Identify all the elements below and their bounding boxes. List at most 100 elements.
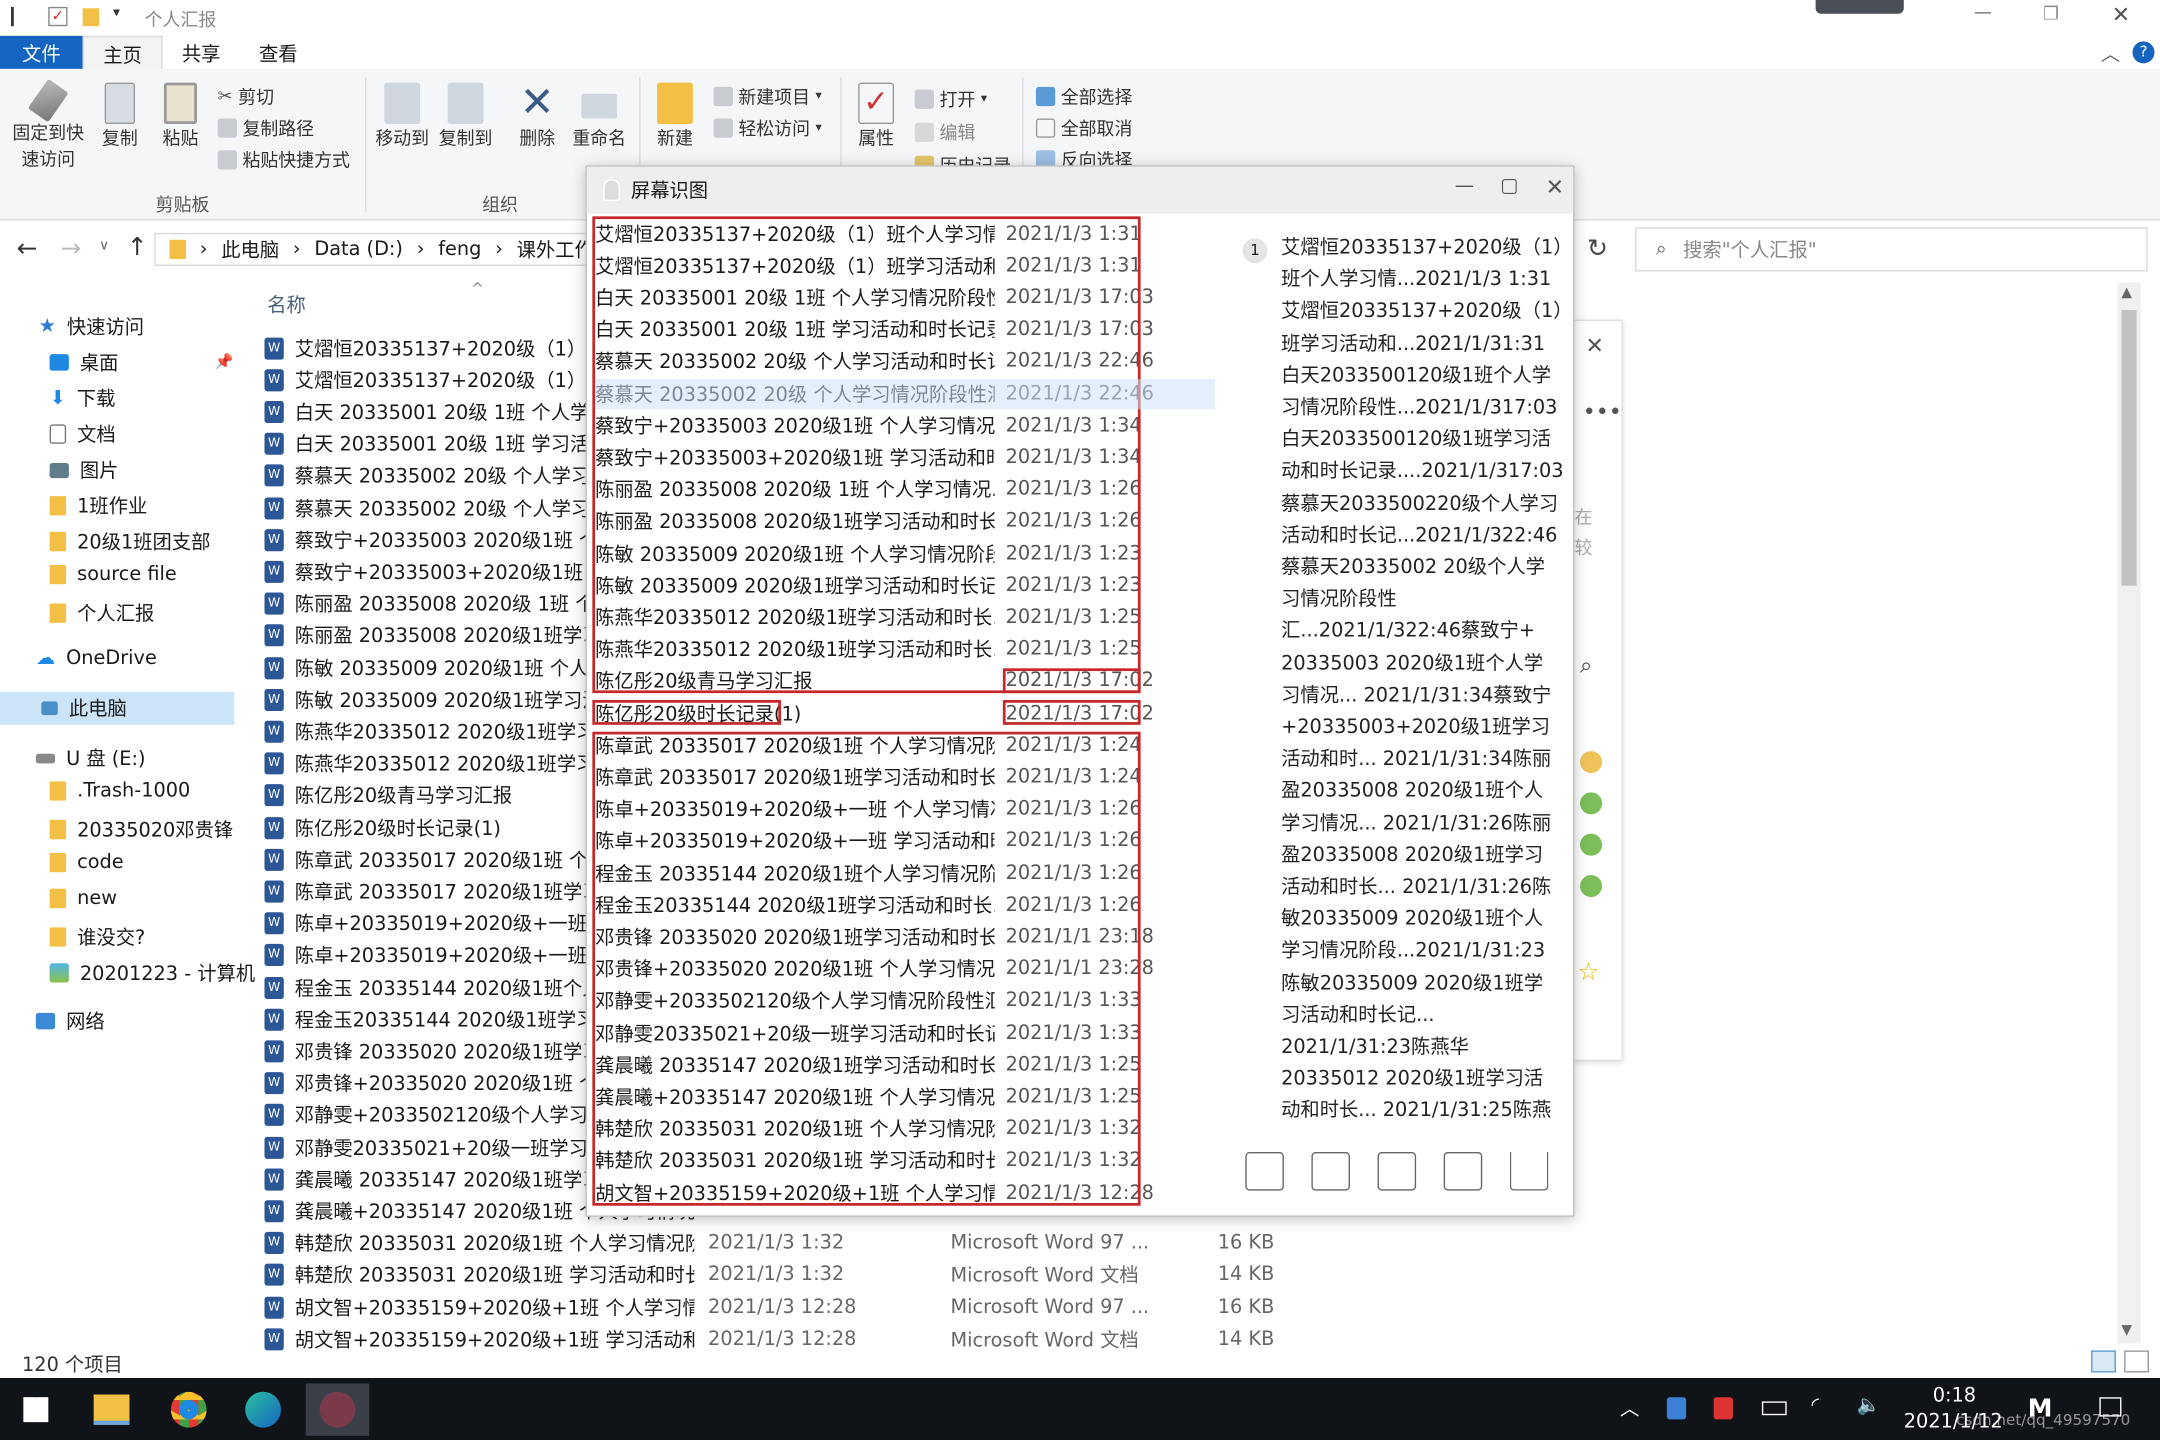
wifi-icon[interactable]: ◜ [1811, 1395, 1818, 1417]
nav-quick-access[interactable]: ★ 快速访问 [39, 313, 144, 341]
cut-button[interactable]: ✂ 剪切 [218, 83, 274, 109]
new-item-button[interactable]: 新建项目 ▾ [713, 83, 822, 109]
crumb-this-pc[interactable]: 此电脑 [221, 236, 279, 264]
edge-icon[interactable] [245, 1391, 282, 1428]
popup-close-button[interactable]: ✕ [1546, 174, 1564, 200]
crumb-drive[interactable]: Data (D:) [314, 238, 403, 260]
nav-folder-code[interactable]: code [49, 852, 124, 874]
nav-desktop[interactable]: 桌面 [49, 349, 119, 377]
collapse-ribbon-icon[interactable]: ︿ [2101, 40, 2120, 68]
ime-icon[interactable]: M [2028, 1395, 2053, 1424]
nav-folder-source[interactable]: source file [49, 564, 177, 586]
large-icons-view-icon[interactable] [2124, 1350, 2149, 1373]
nav-documents[interactable]: 文档 [49, 420, 116, 448]
history-dropdown-icon[interactable]: ∨ [99, 238, 109, 253]
tab-view[interactable]: 查看 [240, 36, 317, 69]
column-header-name[interactable]: 名称 [267, 291, 306, 319]
copy-icon[interactable] [1443, 1151, 1483, 1191]
nav-folder-trash[interactable]: .Trash-1000 [49, 780, 191, 802]
tray-chevron-icon[interactable]: ︿ [1620, 1395, 1639, 1423]
user-icon[interactable] [1580, 875, 1603, 898]
file-row[interactable]: W 胡文智+20335159+2020级+1班 个人学习情... 2021/1/3 … [264, 1291, 1274, 1323]
nav-folder-reports[interactable]: 个人汇报 [49, 599, 155, 627]
copy-to-button[interactable]: 复制到 [435, 82, 496, 153]
dropdown-icon[interactable]: ▾ [113, 6, 120, 21]
easy-access-button[interactable]: 轻松访问 ▾ [713, 114, 822, 141]
nav-downloads[interactable]: ⬇ 下载 [50, 384, 116, 412]
checkmark-icon[interactable]: ✓ [48, 6, 68, 27]
search-icon[interactable]: ⌕ [1580, 652, 1592, 680]
paste-shortcut-button[interactable]: 粘贴快捷方式 [217, 146, 350, 172]
taskbar: ︿ ◜ 🔈 0:18 2021/1/12 csdn.net/qq_4959757… [0, 1377, 2160, 1440]
vertical-scrollbar[interactable]: ▲ ▼ [2117, 282, 2141, 1344]
rename-button[interactable]: 重命名 [568, 83, 631, 153]
nav-usb-drive[interactable]: U 盘 (E:) [35, 744, 146, 772]
scroll-down-icon[interactable]: ▼ [2121, 1323, 2132, 1338]
volume-icon[interactable]: 🔈 [1857, 1395, 1881, 1417]
tab-share[interactable]: 共享 [163, 36, 240, 69]
close-icon[interactable]: ✕ [1586, 332, 1604, 358]
user-icon[interactable] [1580, 833, 1603, 856]
scroll-up-icon[interactable]: ▲ [2121, 285, 2132, 300]
ocr-result-text[interactable]: 艾熠恒20335137+2020级（1） 班个人学习情...2021/1/3 1:… [1281, 233, 1572, 1128]
clock-time[interactable]: 0:18 [1933, 1385, 1976, 1407]
select-all-button[interactable]: 全部选择 [1035, 83, 1132, 109]
search-input[interactable]: ⌕ 搜索"个人汇报" [1635, 227, 2148, 272]
nav-folder-computer[interactable]: 20201223 - 计算机 [49, 959, 256, 987]
download-icon[interactable] [1509, 1151, 1549, 1191]
nav-this-pc[interactable]: 此电脑 [0, 691, 235, 725]
forward-arrow-icon[interactable]: → [61, 234, 82, 263]
tray-app-icon[interactable] [1713, 1397, 1733, 1420]
refresh-icon[interactable]: ↻ [1587, 234, 1608, 263]
delete-button[interactable]: ✕ 删除 [510, 82, 565, 153]
nav-pictures[interactable]: 图片 [49, 456, 119, 484]
tab-file[interactable]: 文件 [0, 35, 83, 69]
new-folder-button[interactable]: 新建 [647, 82, 702, 153]
file-row[interactable]: W 韩楚欣 20335031 2020级1班 个人学习情况阶... 2021/1/3… [264, 1227, 1274, 1259]
popup-minimize-button[interactable]: — [1455, 175, 1474, 197]
game-app-icon[interactable] [305, 1383, 370, 1436]
nav-folder-hw[interactable]: 1班作业 [49, 492, 148, 520]
paste-button[interactable]: 粘贴 [157, 82, 204, 153]
copy-button[interactable]: 复制 [96, 82, 143, 153]
edit-button[interactable]: 编辑 [914, 119, 976, 145]
edit-label: 编辑 [939, 124, 976, 145]
crumb-feng[interactable]: feng [438, 238, 481, 260]
copy-path-button[interactable]: 复制路径 [217, 114, 314, 141]
user-icon[interactable] [1580, 792, 1603, 815]
open-button[interactable]: 打开 ▾ [914, 85, 987, 112]
properties-button[interactable]: ✓ 属性 [849, 82, 904, 153]
scroll-thumb[interactable] [2121, 310, 2137, 586]
tab-home[interactable]: 主页 [82, 35, 163, 69]
nav-folder-league[interactable]: 20级1班团支部 [49, 528, 211, 556]
back-arrow-icon[interactable]: ← [17, 234, 38, 263]
close-button[interactable]: ✕ [2112, 1, 2130, 27]
popup-maximize-button[interactable]: ▢ [1500, 175, 1518, 197]
crumb-extracurricular[interactable]: 课外工作 [517, 236, 594, 264]
book-icon[interactable] [1377, 1151, 1417, 1191]
translate-icon[interactable] [1311, 1151, 1350, 1191]
minimize-button[interactable]: — [1974, 3, 1992, 24]
file-explorer-icon[interactable] [93, 1394, 130, 1425]
nav-folder-new[interactable]: new [49, 887, 117, 909]
move-to-button[interactable]: 移动到 [372, 82, 433, 153]
nav-network[interactable]: 网络 [35, 1007, 105, 1035]
chrome-icon[interactable] [170, 1391, 207, 1428]
edit-icon[interactable] [1245, 1151, 1284, 1191]
file-row[interactable]: W 韩楚欣 20335031 2020级1班 学习活动和时长... 2021/1/3… [264, 1259, 1274, 1291]
pin-quick-access-button[interactable]: 固定到快速访问 [8, 78, 88, 174]
more-icon[interactable]: ••• [1583, 398, 1622, 424]
maximize-button[interactable]: ❐ [2043, 4, 2059, 25]
details-view-icon[interactable] [2091, 1350, 2116, 1373]
notification-icon[interactable] [2099, 1397, 2122, 1417]
windows-start-icon[interactable] [23, 1397, 49, 1423]
user-icon[interactable] [1580, 751, 1603, 774]
select-none-button[interactable]: 全部取消 [1035, 114, 1132, 141]
nav-folder-who[interactable]: 谁没交? [49, 923, 146, 951]
nav-onedrive[interactable]: ☁ OneDrive [36, 648, 157, 670]
up-arrow-icon[interactable]: ↑ [127, 233, 148, 262]
tray-shield-icon[interactable] [1666, 1397, 1687, 1420]
star-icon[interactable]: ☆ [1577, 958, 1599, 987]
help-icon[interactable]: ? [2132, 41, 2155, 64]
nav-folder-deng[interactable]: 20335020邓贵锋 [49, 816, 234, 844]
